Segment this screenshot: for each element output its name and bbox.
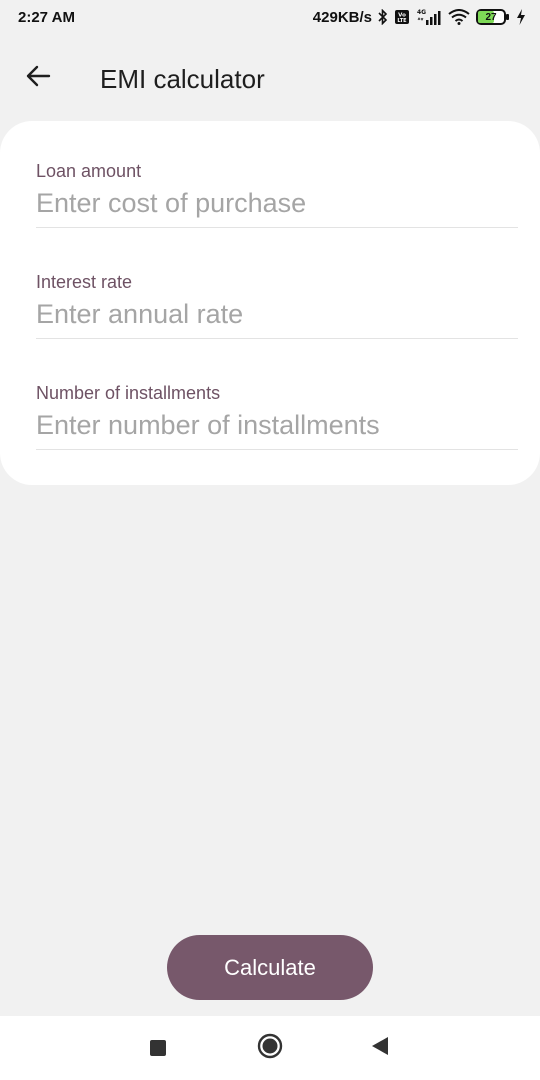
arrow-left-icon	[25, 64, 51, 93]
loan-amount-input[interactable]	[36, 188, 518, 228]
system-nav-bar	[0, 1016, 540, 1080]
installments-input[interactable]	[36, 410, 518, 450]
page-title: EMI calculator	[100, 64, 265, 94]
installments-field: Number of installments	[36, 383, 518, 450]
screen: 2:27 AM 429KB/s Vo LTE 4G 27 EMI calcula…	[0, 0, 540, 1080]
loan-amount-label: Loan amount	[36, 161, 142, 181]
interest-rate-field: Interest rate	[36, 272, 518, 339]
home-button[interactable]	[257, 1033, 283, 1064]
status-time: 2:27 AM	[18, 8, 75, 26]
svg-text:4G: 4G	[417, 9, 426, 16]
back-icon	[371, 1036, 389, 1061]
battery-icon: 27	[476, 9, 509, 25]
interest-rate-input[interactable]	[36, 299, 518, 339]
svg-text:LTE: LTE	[397, 18, 407, 24]
bluetooth-icon	[378, 9, 388, 25]
status-icons: 429KB/s Vo LTE 4G 27	[313, 8, 526, 26]
wifi-icon	[448, 9, 470, 25]
volte-icon: Vo LTE	[394, 9, 410, 25]
interest-rate-label: Interest rate	[36, 272, 133, 292]
charging-icon	[516, 9, 526, 25]
loan-amount-field: Loan amount	[36, 161, 518, 228]
recent-apps-button[interactable]	[149, 1039, 167, 1057]
network-speed: 429KB/s	[312, 8, 372, 26]
app-bar: EMI calculator	[0, 50, 540, 106]
signal-4g-icon: 4G	[416, 8, 442, 26]
nav-back-button[interactable]	[370, 1036, 390, 1061]
input-card: Loan amount Interest rate Number of inst…	[0, 121, 540, 485]
status-bar: 2:27 AM 429KB/s Vo LTE 4G 27	[0, 0, 540, 34]
installments-label: Number of installments	[36, 383, 221, 403]
home-icon	[257, 1033, 283, 1064]
calculate-button[interactable]: Calculate	[167, 935, 373, 1000]
back-button[interactable]	[18, 58, 58, 98]
battery-level: 27	[485, 11, 497, 23]
recent-apps-icon	[150, 1040, 166, 1056]
